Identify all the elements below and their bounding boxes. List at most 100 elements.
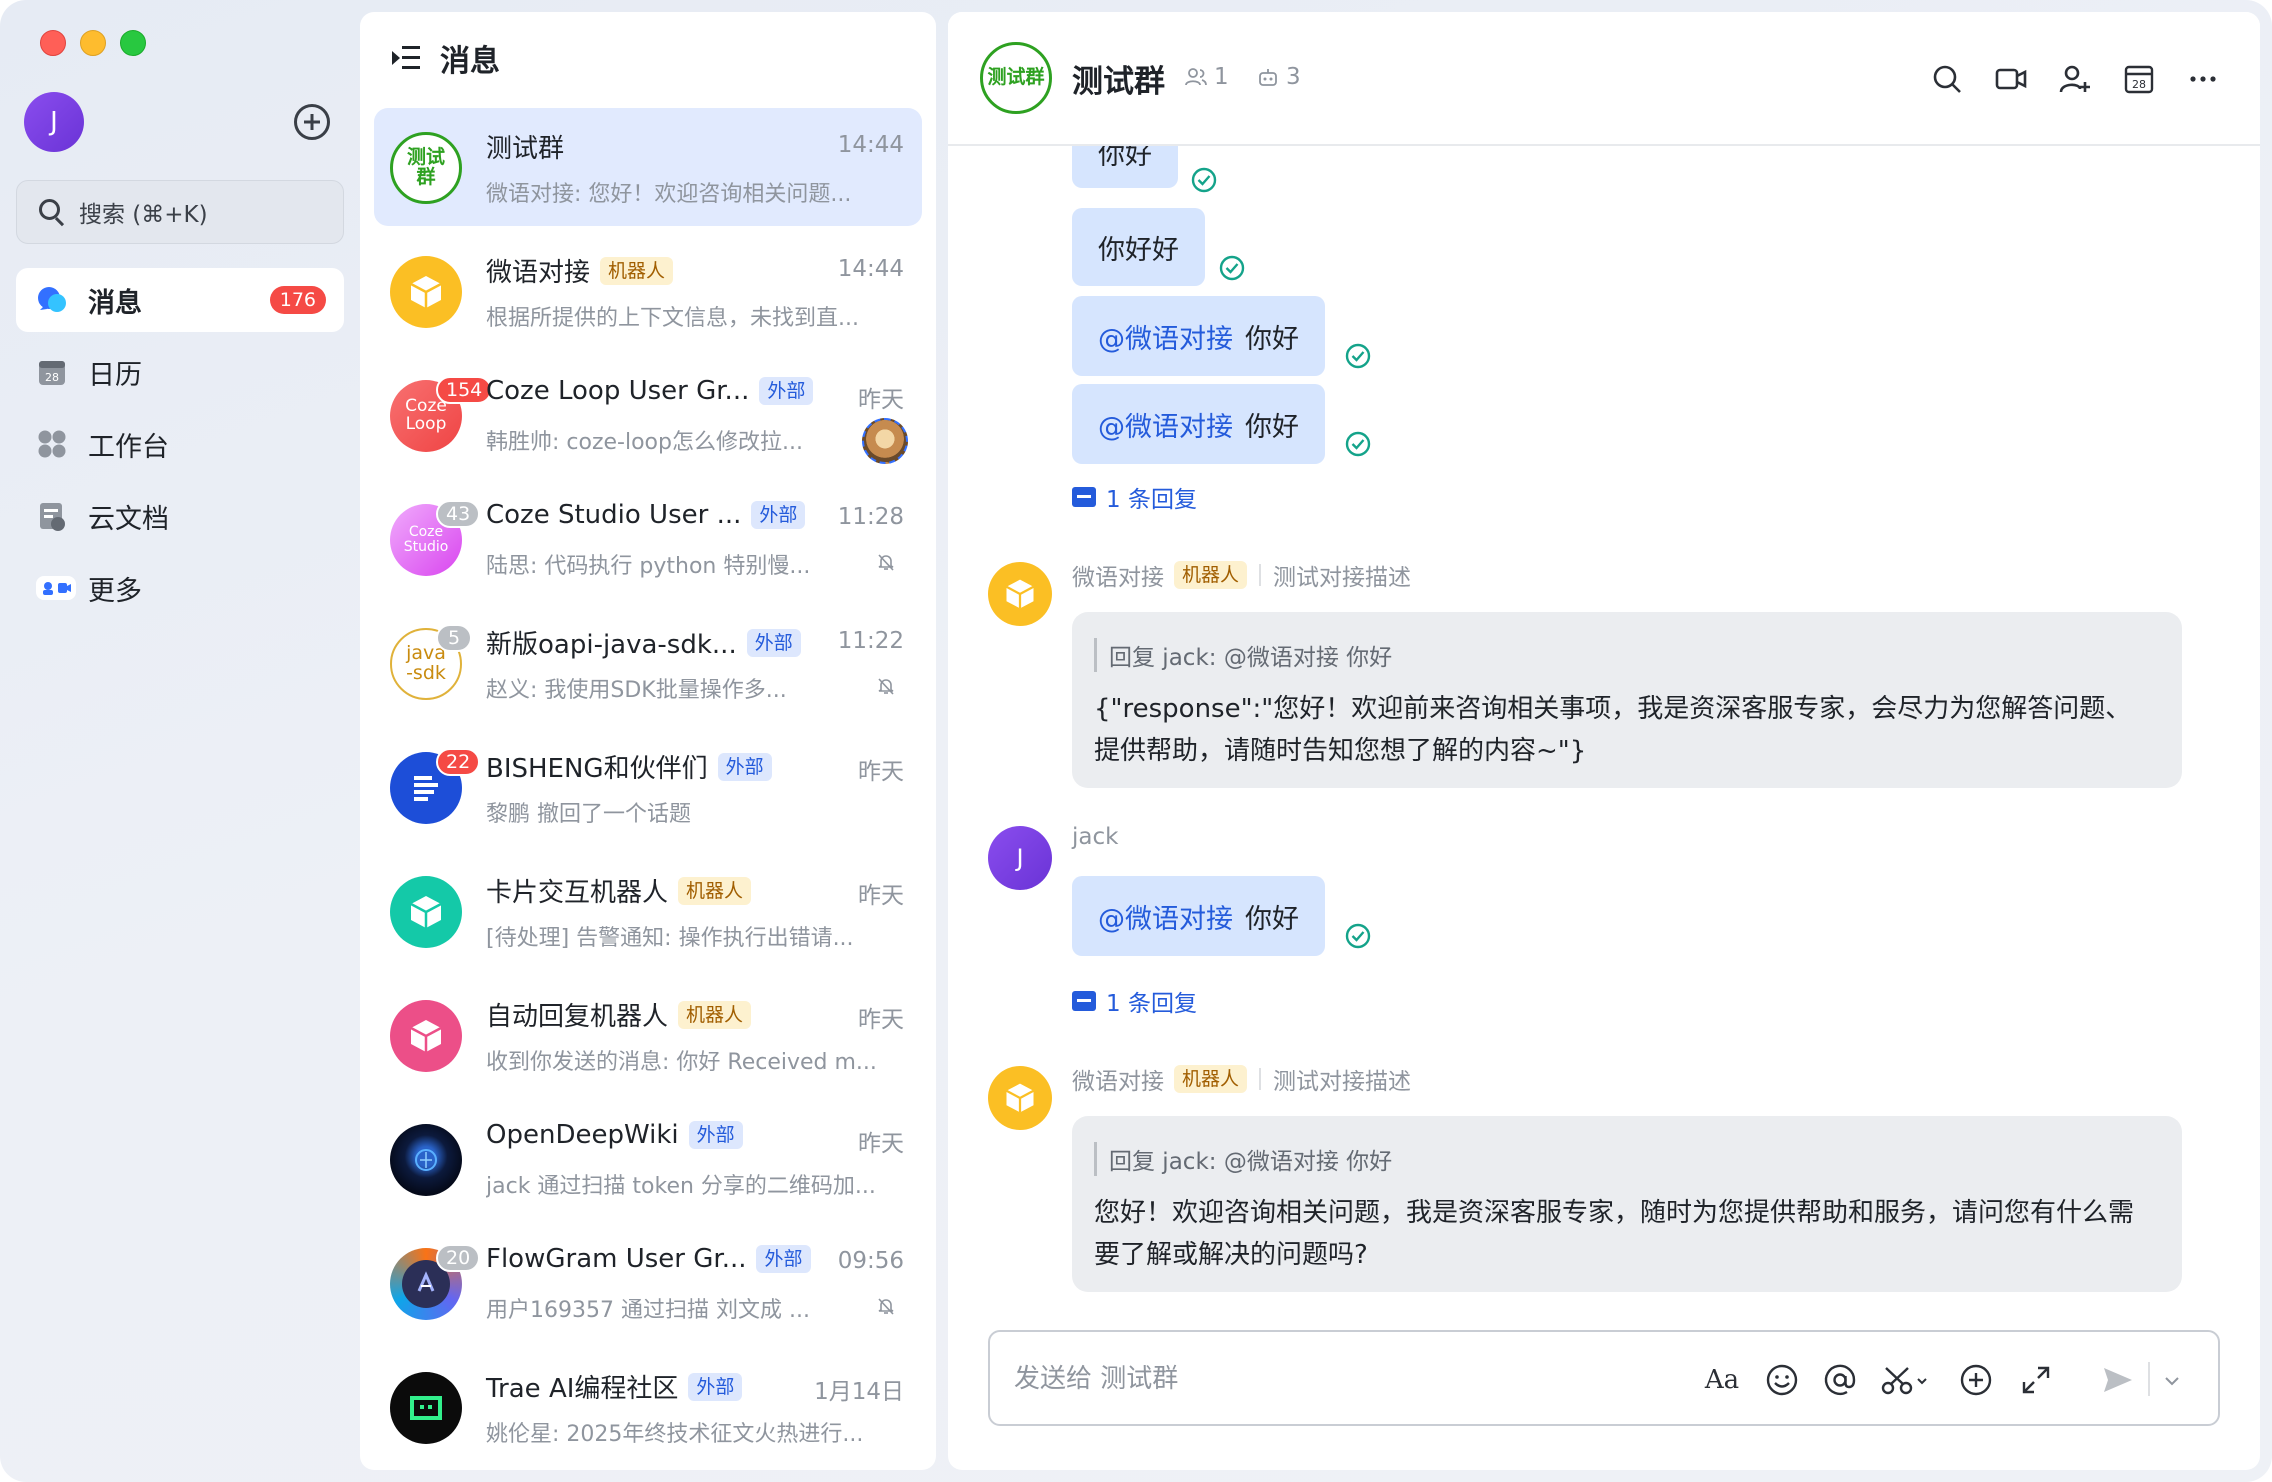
bot-avatar[interactable]: [988, 562, 1052, 626]
collapse-menu-icon[interactable]: [392, 46, 420, 70]
calendar-icon: 28: [36, 356, 68, 388]
sidebar-item-docs[interactable]: 云文档: [16, 484, 344, 548]
search-icon[interactable]: [1930, 62, 1964, 96]
conversation-preview: jack 通过扫描 token 分享的二维码加...: [486, 1174, 876, 1199]
message-bubble[interactable]: 你好: [1072, 146, 1178, 188]
conversation-preview: 用户169357 通过扫描 刘文成 ...: [486, 1298, 810, 1323]
read-check-icon: [1191, 167, 1217, 193]
chat-header: 测试群 测试群 1 3 28: [948, 12, 2260, 146]
more-icon[interactable]: [2186, 62, 2220, 96]
conversation-preview: [待处理] 告警通知: 操作执行出错请...: [486, 926, 854, 951]
conversation-item[interactable]: 20 FlowGram User Gr... 外部 09:56 用户169357 …: [374, 1224, 922, 1342]
message-bubble[interactable]: @微语对接 你好: [1072, 296, 1325, 376]
svg-text:28: 28: [45, 371, 59, 384]
mention-icon[interactable]: [1820, 1360, 1860, 1400]
text-format-icon[interactable]: Aa: [1702, 1360, 1742, 1400]
sidebar-item-label: 云文档: [88, 503, 169, 535]
emoji-icon[interactable]: [1762, 1360, 1802, 1400]
calendar-icon[interactable]: 28: [2122, 62, 2156, 96]
expand-icon[interactable]: [2016, 1360, 2056, 1400]
conversation-title: 卡片交互机器人: [486, 878, 669, 908]
cube-icon: [1005, 579, 1035, 609]
participant-avatar: [862, 418, 908, 464]
screenshot-icon[interactable]: [1878, 1360, 1934, 1400]
video-call-icon[interactable]: [1994, 62, 2028, 96]
thread-replies-link[interactable]: 1 条回复: [1072, 984, 1197, 1018]
bot-avatar: [390, 1000, 462, 1072]
sidebar-item-messages[interactable]: 消息 176: [16, 268, 344, 332]
bot-reply-card[interactable]: 回复 jack: @微语对接 你好 {"response":"您好！欢迎前来咨询…: [1072, 612, 2182, 788]
member-count[interactable]: 1: [1184, 64, 1229, 90]
bot-tag: 机器人: [600, 256, 674, 285]
message-bubble[interactable]: @微语对接 你好: [1072, 876, 1325, 956]
user-avatar[interactable]: J: [24, 92, 84, 152]
conversation-title: 新版oapi-java-sdk...: [486, 630, 737, 660]
bot-tag: 机器人: [1174, 561, 1248, 589]
sender-name: 微语对接: [1072, 1069, 1164, 1095]
sidebar-item-label: 工作台: [88, 431, 169, 463]
add-member-icon[interactable]: [2058, 62, 2092, 96]
unread-badge: 20: [436, 1244, 481, 1272]
group-avatar: Coze Loop 154: [390, 376, 493, 452]
cube-icon: [410, 276, 442, 308]
conversation-item[interactable]: java -sdk 5 新版oapi-java-sdk... 外部 11:22 赵…: [374, 604, 922, 722]
bot-tag: 机器人: [678, 876, 752, 905]
members-icon: [1185, 68, 1207, 86]
conversation-item[interactable]: OpenDeepWiki 外部 昨天 jack 通过扫描 token 分享的二维码…: [374, 1100, 922, 1218]
sidebar-item-calendar[interactable]: 28 日历: [16, 340, 344, 404]
conversation-item[interactable]: Coze Studio 43 Coze Studio User ... 外部 11…: [374, 480, 922, 598]
conversation-title: 测试群: [486, 134, 565, 164]
conversation-time: 11:28: [837, 504, 904, 530]
bot-avatar[interactable]: [988, 1066, 1052, 1130]
chat-title[interactable]: 测试群: [1072, 56, 1165, 101]
conversation-title: BISHENG和伙伴们: [486, 754, 708, 784]
unread-badge: 43: [436, 500, 481, 528]
sidebar-item-more[interactable]: 更多: [16, 556, 344, 620]
chat-panel: 测试群 测试群 1 3 28 你好 你好好 @微语对接你好 @微语对接你好: [948, 12, 2260, 1470]
unread-badge: 5: [436, 624, 472, 652]
conversation-item[interactable]: 测试群 测试群 14:44 微语对接: 您好！欢迎咨询相关问题...: [374, 108, 922, 226]
user-avatar[interactable]: J: [988, 826, 1052, 890]
cube-icon: [410, 1020, 442, 1052]
conversation-item[interactable]: 卡片交互机器人 机器人 昨天 [待处理] 告警通知: 操作执行出错请...: [374, 852, 922, 970]
quoted-message[interactable]: 回复 jack: @微语对接 你好: [1094, 1142, 1392, 1176]
bot-reply-card[interactable]: 回复 jack: @微语对接 你好 您好！欢迎咨询相关问题，我是资深客服专家，随…: [1072, 1116, 2182, 1292]
conversation-preview: 陆思: 代码执行 python 特别慢...: [486, 554, 811, 579]
add-icon[interactable]: [294, 104, 330, 140]
bot-description: 测试对接描述: [1273, 1069, 1412, 1095]
search-icon: [39, 199, 65, 227]
conversation-preview: 姚伦星: 2025年终技术征文火热进行...: [486, 1422, 864, 1447]
message-bubble[interactable]: 你好好: [1072, 208, 1205, 286]
read-check-icon: [1219, 255, 1245, 281]
send-options-chevron-icon[interactable]: [2158, 1360, 2186, 1400]
chat-group-avatar[interactable]: 测试群: [980, 42, 1052, 114]
message-composer: Aa: [988, 1330, 2220, 1426]
conversation-item[interactable]: Trae AI编程社区 外部 1月14日 姚伦星: 2025年终技术征文火热进行.…: [374, 1348, 922, 1466]
close-window-button[interactable]: [40, 30, 66, 56]
zoom-window-button[interactable]: [120, 30, 146, 56]
mention: @微语对接: [1098, 411, 1233, 443]
add-attachment-icon[interactable]: [1956, 1360, 1996, 1400]
message-bubble[interactable]: @微语对接 你好: [1072, 384, 1325, 464]
external-tag: 外部: [746, 628, 801, 657]
conversation-item[interactable]: 自动回复机器人 机器人 昨天 收到你发送的消息: 你好 Received m...: [374, 976, 922, 1094]
message-input[interactable]: [1014, 1356, 1614, 1402]
group-avatar: 22: [390, 748, 481, 824]
minimize-window-button[interactable]: [80, 30, 106, 56]
conversation-item[interactable]: Coze Loop 154 Coze Loop User Gr... 外部 昨天 …: [374, 356, 922, 474]
bot-avatar: [390, 876, 462, 948]
thread-replies-link[interactable]: 1 条回复: [1072, 480, 1197, 514]
external-tag: 外部: [717, 752, 772, 781]
message-list: 你好 你好好 @微语对接 你好 @微语对接 你好 1 条回复 微语对接 机器人 测试…: [948, 146, 2260, 1324]
conversation-time: 昨天: [858, 1007, 904, 1033]
trae-logo-icon: [410, 1396, 442, 1420]
quoted-message[interactable]: 回复 jack: @微语对接 你好: [1094, 638, 1392, 672]
bot-count[interactable]: 3: [1256, 64, 1301, 90]
sidebar-item-label: 日历: [88, 359, 142, 391]
sidebar-item-workplace[interactable]: 工作台: [16, 412, 344, 476]
conversation-item[interactable]: 22 BISHENG和伙伴们 外部 昨天 黎鹏 撤回了一个话题: [374, 728, 922, 846]
conversation-title: Coze Studio User ...: [486, 500, 742, 530]
send-icon[interactable]: [2098, 1360, 2138, 1400]
search-box[interactable]: 搜索 (⌘+K): [16, 180, 344, 244]
conversation-item[interactable]: 微语对接 机器人 14:44 根据所提供的上下文信息，未找到直...: [374, 232, 922, 350]
